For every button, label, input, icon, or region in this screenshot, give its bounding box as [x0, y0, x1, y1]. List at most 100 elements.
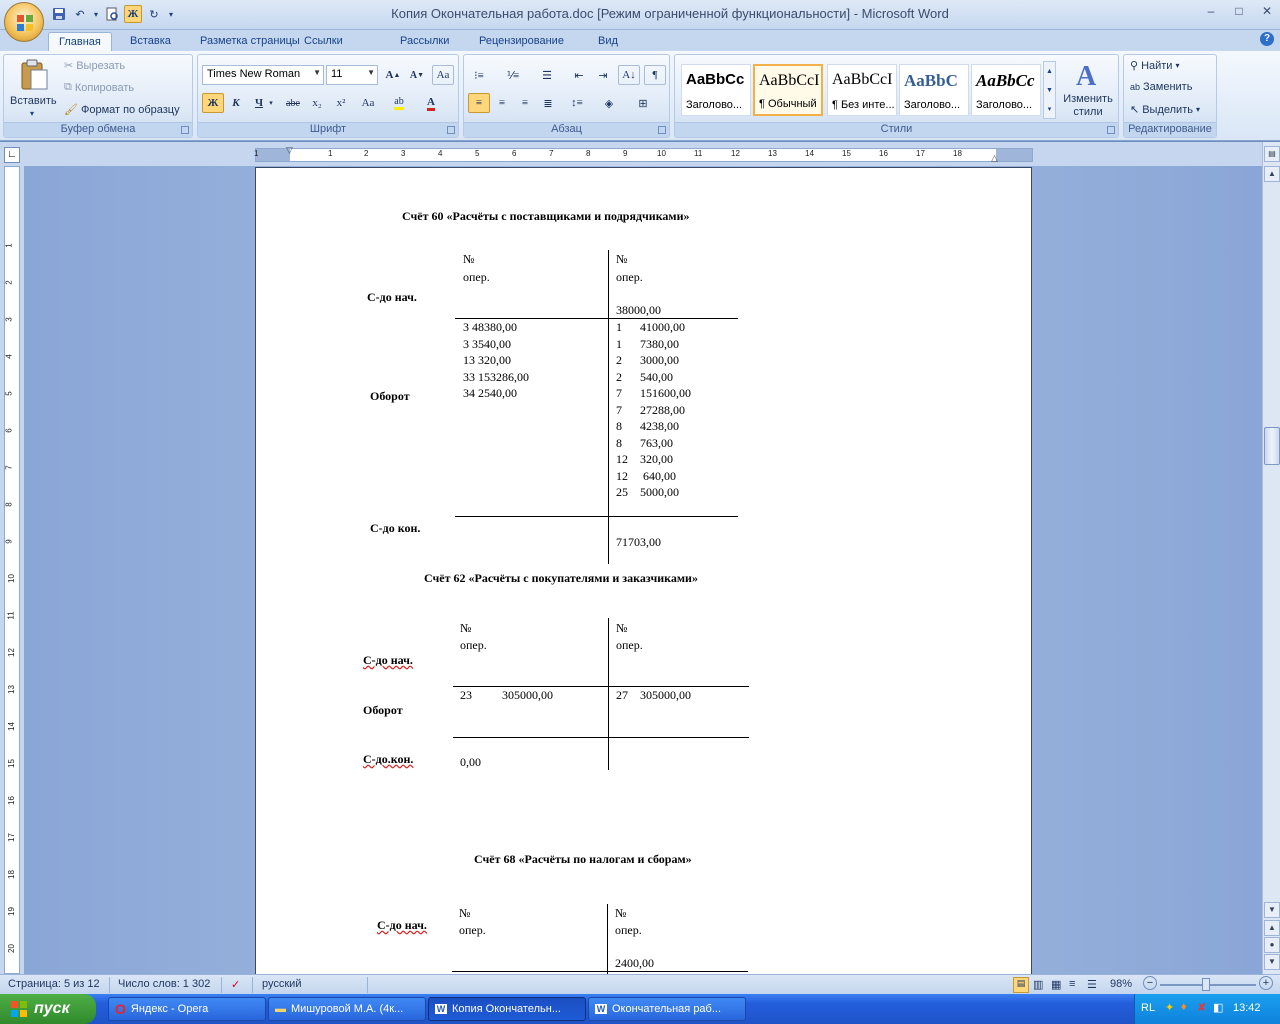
tab-review[interactable]: Рецензирование	[469, 32, 574, 51]
format-painter-button[interactable]: 🖌 Формат по образцу	[64, 103, 180, 117]
document-page[interactable]: Счёт 60 «Расчёты с поставщиками и подряд…	[255, 167, 1032, 974]
view-draft-icon[interactable]: ☰	[1087, 978, 1097, 991]
tab-view[interactable]: Вид	[588, 32, 628, 51]
first-line-indent-marker[interactable]: ▽	[286, 145, 293, 156]
language-indicator[interactable]: русский	[262, 978, 301, 990]
taskbar-item-word-final[interactable]: W Окончательная раб...	[588, 997, 746, 1021]
tab-references[interactable]: Ссылки	[294, 32, 353, 51]
page-indicator[interactable]: Страница: 5 из 12	[8, 978, 100, 990]
zoom-in-icon[interactable]: +	[1259, 976, 1273, 990]
style-tile-normal[interactable]: AaBbCcI ¶ Обычный	[753, 64, 823, 116]
find-button[interactable]: ⚲ Найти ▾	[1130, 59, 1179, 73]
replace-button[interactable]: ab Заменить	[1130, 81, 1192, 93]
maximize-button[interactable]: □	[1232, 4, 1246, 18]
zoom-slider-thumb[interactable]	[1202, 978, 1210, 991]
tab-page-layout[interactable]: Разметка страницы	[190, 32, 310, 51]
line-spacing-icon[interactable]: ↕≡	[566, 93, 588, 113]
start-button[interactable]: пуск	[0, 994, 96, 1024]
ruler-number: 14	[6, 722, 16, 731]
tray-app-icon[interactable]: ✦	[1165, 1001, 1174, 1014]
cut-button[interactable]: ✂ Вырезать	[64, 59, 125, 73]
increase-indent-icon[interactable]: ⇥	[592, 65, 614, 85]
tab-selector-icon[interactable]: ∟	[4, 147, 20, 163]
copy-button[interactable]: ⧉ Копировать	[64, 81, 134, 94]
styles-scroll[interactable]: ▲ ▼ ▾	[1043, 61, 1056, 119]
bullets-icon[interactable]: ⁝≡	[468, 65, 490, 85]
shrink-font-icon[interactable]: A ▼	[406, 65, 428, 85]
font-size-combo[interactable]: 11 ▼	[326, 65, 378, 85]
view-print-layout-icon[interactable]: ▤	[1013, 977, 1029, 993]
font-color-icon[interactable]: A	[420, 93, 442, 113]
clock[interactable]: 13:42	[1233, 1002, 1261, 1014]
justify-icon[interactable]: ≣	[537, 93, 559, 113]
close-button[interactable]: ✕	[1260, 4, 1274, 18]
taskbar-item-folder[interactable]: ▬ Мишуровой М.А. (4к...	[268, 997, 426, 1021]
tray-network-icon[interactable]: ✘	[1197, 1001, 1206, 1014]
tray-antivirus-icon[interactable]: ◧	[1213, 1001, 1223, 1014]
numbering-icon[interactable]: ⅟≡	[502, 65, 524, 85]
clipboard-dialog-launcher-icon[interactable]	[181, 126, 189, 134]
clear-format-icon[interactable]: Aa	[432, 65, 454, 85]
paste-button[interactable]: Вставить ▾	[8, 57, 60, 119]
style-tile-heading2[interactable]: AaBbC Заголово...	[899, 64, 969, 116]
bold-button[interactable]: Ж	[202, 93, 224, 113]
acc68-opening-balance-label: С-до нач.	[377, 917, 427, 934]
scroll-thumb[interactable]	[1264, 427, 1280, 465]
align-right-icon[interactable]: ≡	[514, 93, 536, 113]
decrease-indent-icon[interactable]: ⇤	[568, 65, 590, 85]
tab-insert[interactable]: Вставка	[120, 32, 181, 51]
spellcheck-icon[interactable]: ✓	[231, 978, 240, 991]
view-full-screen-icon[interactable]: ▥	[1033, 978, 1043, 991]
align-left-icon[interactable]: ≡	[468, 93, 490, 113]
tab-home[interactable]: Главная	[48, 32, 112, 51]
align-center-icon[interactable]: ≡	[491, 93, 513, 113]
highlight-icon[interactable]: ab	[388, 93, 410, 113]
view-web-layout-icon[interactable]: ▦	[1051, 978, 1061, 991]
office-button[interactable]	[4, 2, 44, 42]
style-tile-heading3[interactable]: AaBbCc Заголово...	[971, 64, 1041, 116]
right-indent-marker[interactable]: △	[991, 153, 998, 164]
font-dialog-launcher-icon[interactable]	[447, 126, 455, 134]
change-case-button[interactable]: Aa	[354, 93, 382, 113]
underline-dropdown-icon[interactable]: ▾	[266, 93, 276, 113]
language-indicator[interactable]: RL	[1141, 1002, 1155, 1014]
horizontal-ruler[interactable]: 1 1 2 3 4 5 6 7 8 9 10 11 12 13 14 15 16…	[254, 145, 1033, 164]
scroll-up-icon[interactable]: ▲	[1264, 166, 1280, 182]
paragraph-dialog-launcher-icon[interactable]	[658, 126, 666, 134]
grow-font-icon[interactable]: A ▲	[382, 65, 404, 85]
view-outline-icon[interactable]: ≡	[1069, 978, 1075, 990]
select-button[interactable]: ↖ Выделить ▾	[1130, 103, 1200, 117]
previous-page-icon[interactable]: ▲	[1264, 920, 1280, 936]
vertical-ruler[interactable]: 1 2 3 4 5 6 7 8 9 10 11 12 13 14 15 16 1…	[4, 166, 20, 974]
shading-icon[interactable]: ◈	[598, 93, 620, 113]
taskbar-item-opera[interactable]: O Яндекс - Opera	[108, 997, 266, 1021]
style-tile-heading1[interactable]: AaBbCc Заголово...	[681, 64, 751, 116]
taskbar-item-word-copy[interactable]: W Копия Окончательн...	[428, 997, 586, 1021]
strikethrough-button[interactable]: abe	[282, 93, 304, 113]
subscript-button[interactable]: x₂	[306, 93, 328, 113]
italic-button[interactable]: К	[225, 93, 247, 113]
ruler-toggle-icon[interactable]: ▤	[1264, 146, 1280, 162]
style-tile-no-spacing[interactable]: AaBbCcI ¶ Без инте...	[827, 64, 897, 116]
help-icon[interactable]: ?	[1260, 32, 1274, 46]
sort-icon[interactable]: A↓	[618, 65, 640, 85]
style-name: ¶ Без инте...	[832, 99, 895, 111]
superscript-button[interactable]: x²	[330, 93, 352, 113]
ruler-number: 20	[6, 944, 16, 953]
browse-object-icon[interactable]: ●	[1264, 937, 1280, 953]
tab-mailings[interactable]: Рассылки	[390, 32, 459, 51]
change-styles-button[interactable]: A Изменить стили	[1059, 57, 1117, 119]
minimize-button[interactable]: –	[1204, 4, 1218, 18]
zoom-out-icon[interactable]: −	[1143, 976, 1157, 990]
borders-icon[interactable]: ⊞	[632, 93, 654, 113]
font-family-combo[interactable]: Times New Roman ▼	[202, 65, 324, 85]
word-count[interactable]: Число слов: 1 302	[118, 978, 210, 990]
tray-flame-icon[interactable]: ♦	[1181, 1001, 1187, 1013]
zoom-level[interactable]: 98%	[1110, 978, 1132, 990]
vertical-scrollbar[interactable]: ▤ ▲ ▼ ▲ ● ▼	[1262, 142, 1280, 974]
styles-dialog-launcher-icon[interactable]	[1107, 126, 1115, 134]
show-marks-icon[interactable]: ¶	[644, 65, 666, 85]
scroll-down-icon[interactable]: ▼	[1264, 902, 1280, 918]
next-page-icon[interactable]: ▼	[1264, 954, 1280, 970]
multilevel-list-icon[interactable]: ☰	[536, 65, 558, 85]
